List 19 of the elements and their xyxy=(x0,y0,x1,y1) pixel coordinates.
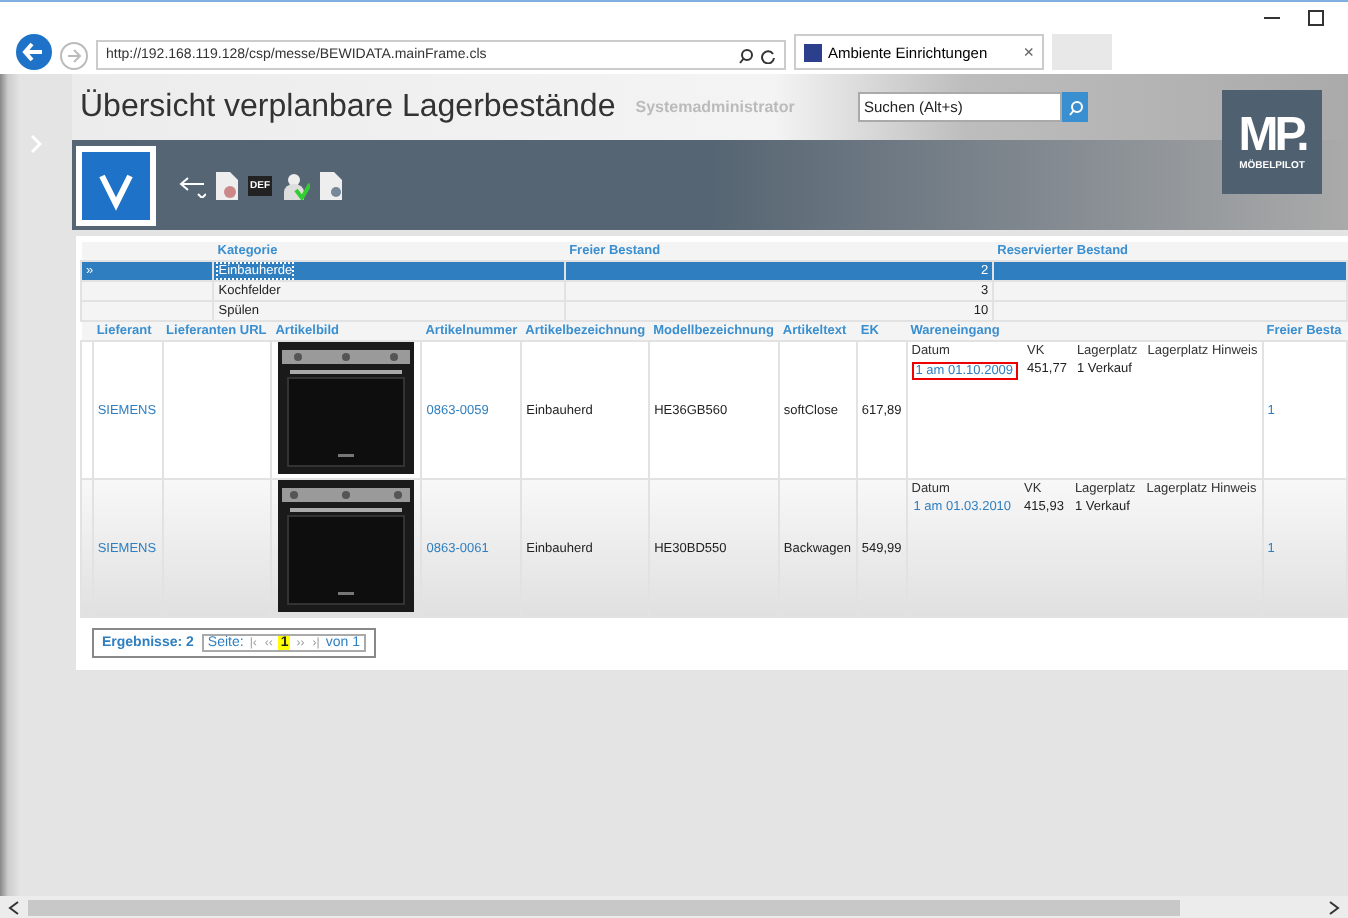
user-check-icon[interactable] xyxy=(282,171,310,199)
user-name: Systemadministrator xyxy=(635,98,795,116)
mp-favicon-icon xyxy=(804,43,822,61)
document-icon[interactable] xyxy=(216,171,238,199)
horizontal-scrollbar[interactable] xyxy=(0,896,1348,918)
document-settings-icon[interactable] xyxy=(320,171,344,199)
search-icon xyxy=(1067,99,1083,115)
page-title: Übersicht verplanbare Lagerbestände xyxy=(80,89,616,125)
chevron-left-icon[interactable] xyxy=(8,899,20,915)
confirm-button[interactable] xyxy=(76,145,156,225)
back-icon[interactable] xyxy=(16,34,52,70)
search-icon[interactable] xyxy=(738,47,754,63)
refresh-icon[interactable] xyxy=(760,47,776,63)
search-button[interactable] xyxy=(1062,92,1088,122)
oven-drawing xyxy=(278,342,415,474)
maximize-icon[interactable] xyxy=(1308,10,1324,26)
back-arrow-icon[interactable] xyxy=(178,173,206,197)
chevron-right-icon[interactable] xyxy=(1328,899,1340,915)
oven-drawing xyxy=(278,480,415,612)
